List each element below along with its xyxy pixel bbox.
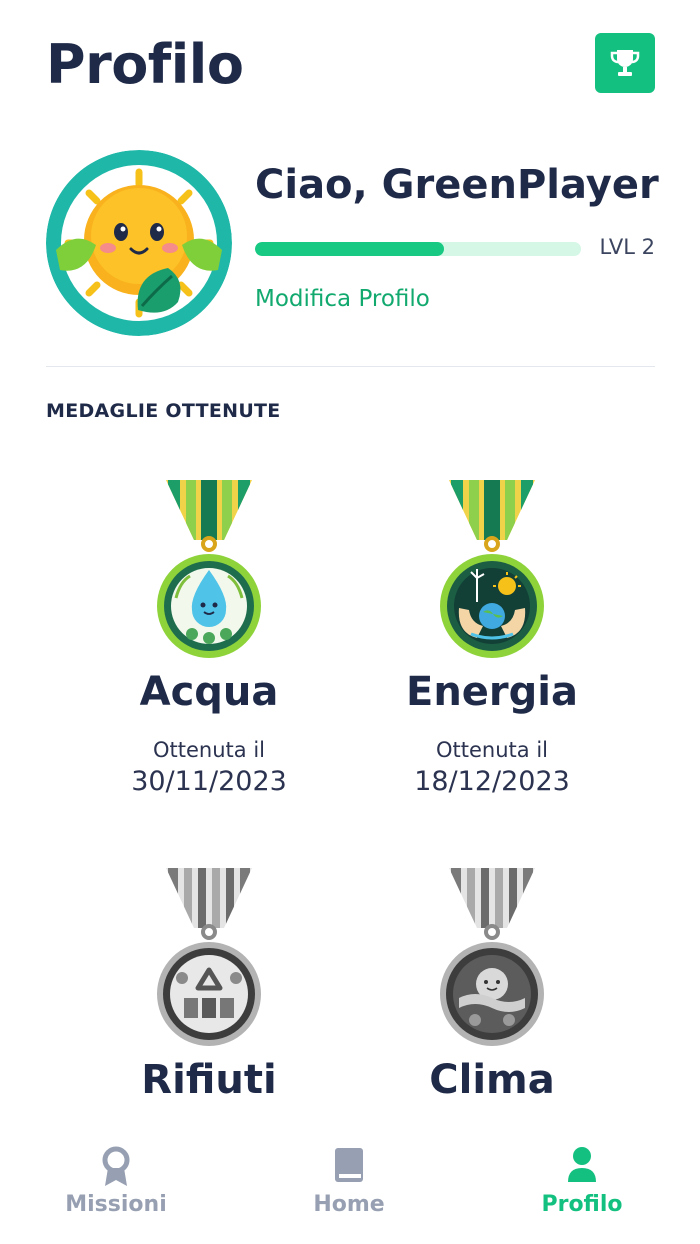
medal-name: Energia [406,669,578,715]
avatar[interactable] [46,150,232,336]
person-icon [568,1147,596,1182]
nav-item-profilo[interactable]: Profilo [482,1134,682,1217]
nav-item-home[interactable]: Home [249,1134,449,1217]
header: Profilo [46,30,655,100]
medal-name: Clima [429,1057,555,1103]
xp-progress-fill [255,242,445,256]
medal-name: Acqua [139,669,279,715]
nav-item-missioni[interactable]: Missioni [16,1134,216,1217]
nav-label: Profilo [541,1192,623,1217]
energy-medal-icon [440,480,544,658]
divider [46,366,655,367]
edit-profile-link[interactable]: Modifica Profilo [255,286,430,312]
leaderboard-button[interactable] [595,33,655,93]
book-icon [335,1148,363,1182]
sun-mascot-icon [46,150,232,336]
water-medal-icon [157,480,261,658]
medal-energy[interactable]: Energia Ottenuta il 18/12/2023 [362,478,622,797]
xp-progress-bar [255,242,581,256]
ribbon-icon [102,1146,130,1186]
nav-label: Missioni [65,1192,167,1217]
bottom-nav: Missioni Home Profilo [0,1134,700,1244]
medal-climate[interactable]: Clima [362,866,622,1104]
level-label: LVL 2 [599,235,656,259]
medals-section-title: MEDAGLIE OTTENUTE [46,400,281,422]
greeting-text: Ciao, GreenPlayer [255,162,659,208]
medal-date: 18/12/2023 [414,766,570,797]
medal-date: 30/11/2023 [131,766,287,797]
nav-label: Home [313,1192,385,1217]
medal-caption: Ottenuta il [153,738,265,762]
medal-name: Rifiuti [141,1057,277,1103]
profile-card: Ciao, GreenPlayer LVL 2 Modifica Profilo [46,150,659,340]
medal-water[interactable]: Acqua Ottenuta il 30/11/2023 [79,478,339,797]
page-title: Profilo [46,33,244,96]
medal-waste[interactable]: Rifiuti [79,866,339,1104]
trophy-icon [610,50,640,76]
medal-caption: Ottenuta il [436,738,548,762]
climate-medal-icon [440,868,544,1046]
recycle-medal-icon [157,868,261,1046]
